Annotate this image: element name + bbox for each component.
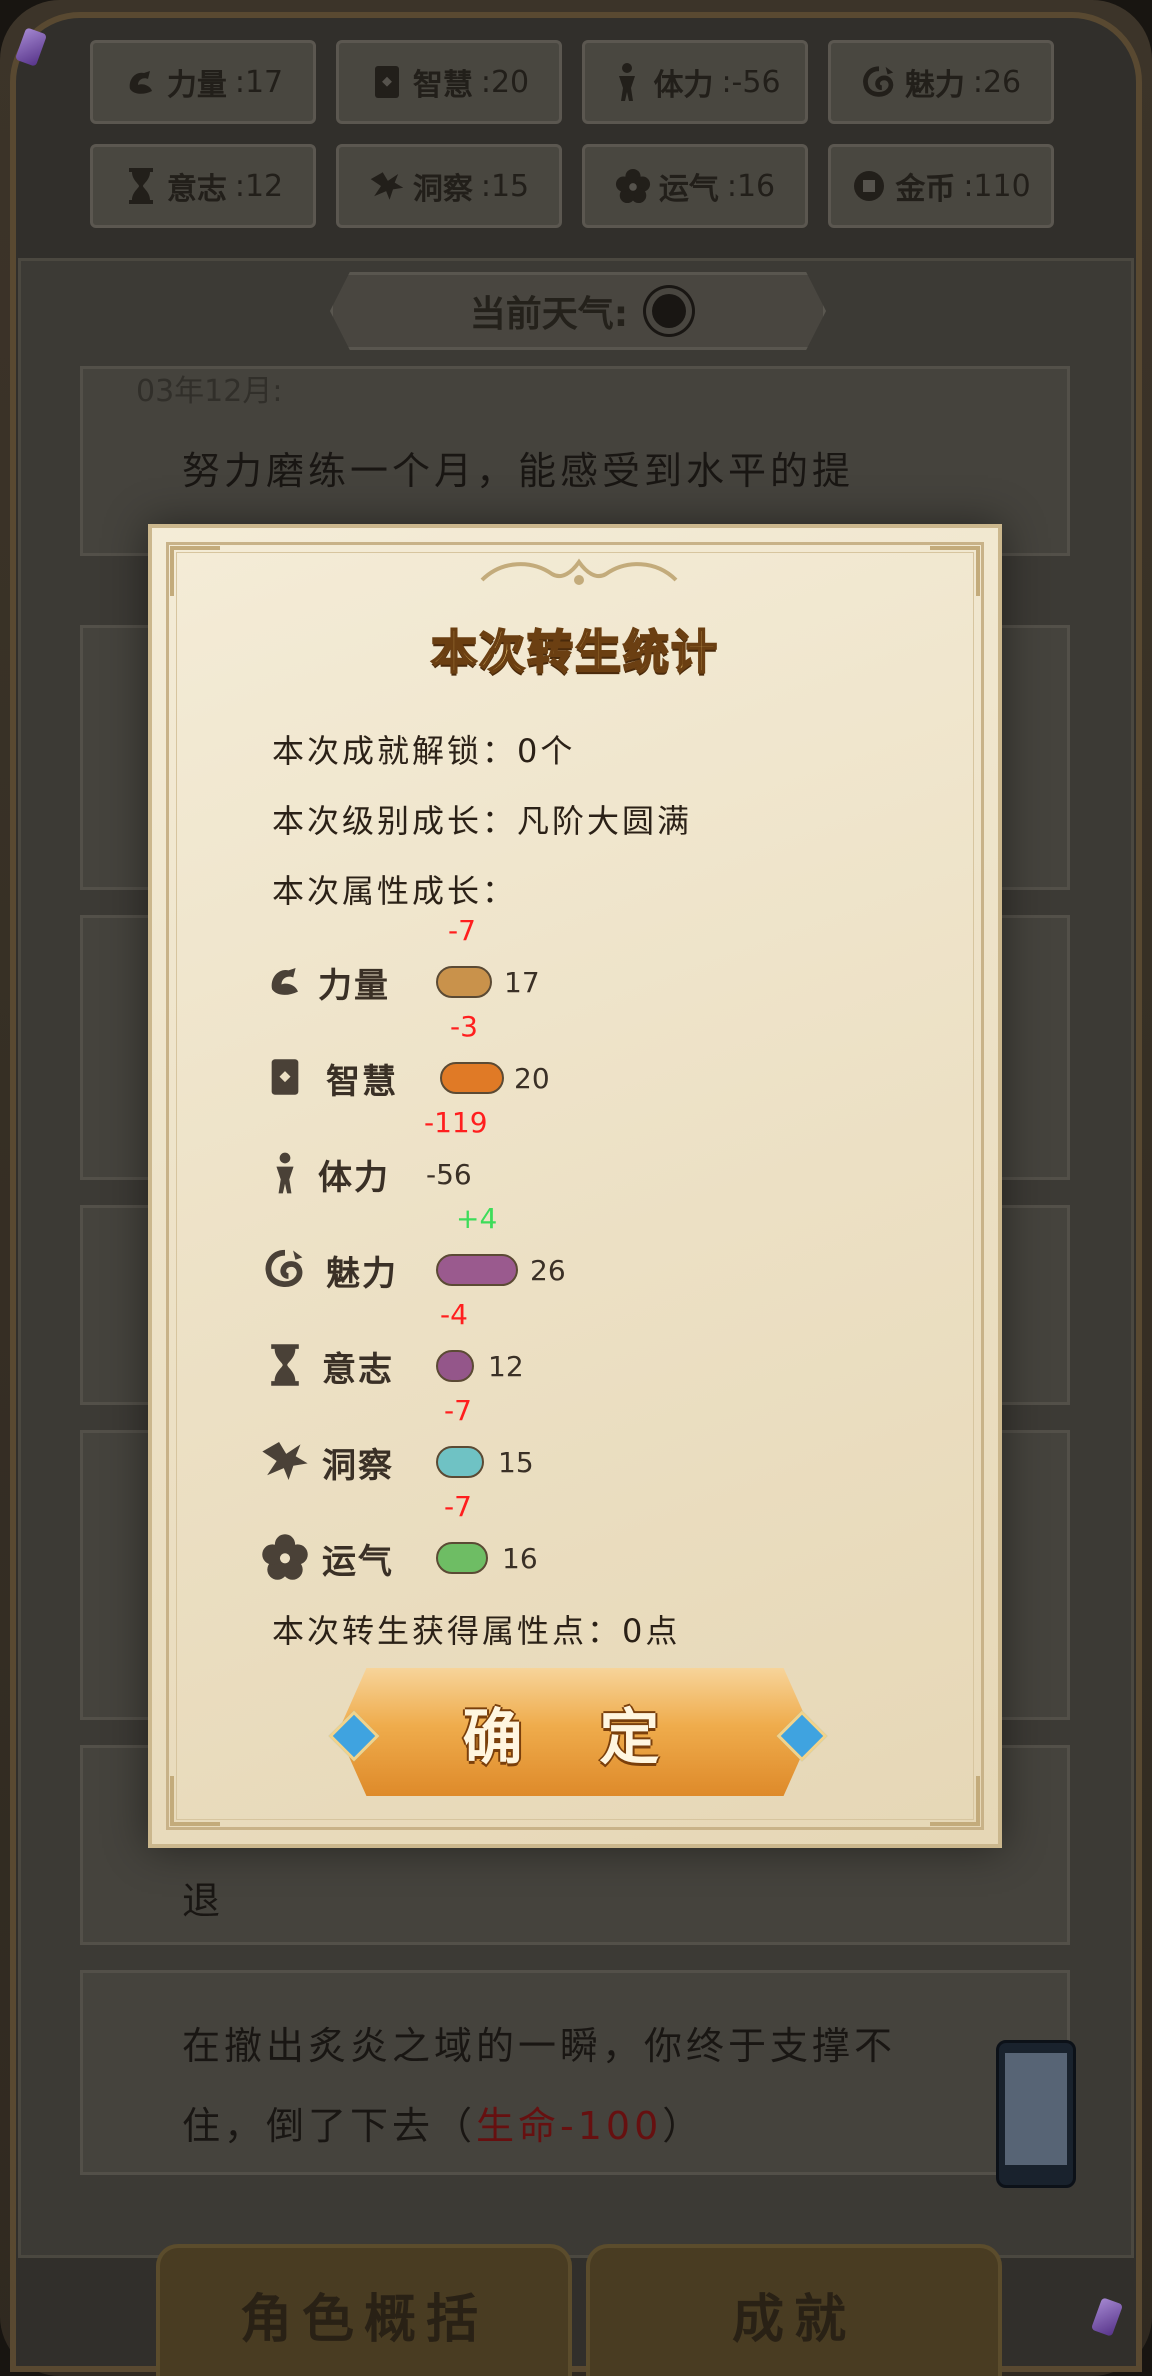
hourglass-icon <box>260 1340 310 1390</box>
charm-icon <box>260 1244 310 1294</box>
game-screen: 力量:17 智慧:20 体力:-56 魅力:26 意志:12 洞察:15 运气:… <box>0 0 1152 2376</box>
corner-ornament <box>930 546 980 596</box>
confirm-button[interactable]: 确 定 <box>338 1668 812 1796</box>
attribute-delta: +4 <box>456 1202 498 1235</box>
corner-ornament <box>930 1776 980 1826</box>
attribute-row-wisdom: 智慧 20 -3 <box>260 1010 860 1112</box>
attribute-delta: -3 <box>450 1010 478 1043</box>
attribute-delta: -4 <box>440 1298 468 1331</box>
attribute-value: 12 <box>488 1350 524 1383</box>
attribute-bar <box>436 1254 518 1286</box>
attribute-name: 洞察 <box>322 1446 394 1486</box>
dialog-title: 本次转生统计 <box>430 624 719 680</box>
attribute-row-strength: 力量 17 -7 <box>260 914 860 1016</box>
attribute-value: -56 <box>426 1158 472 1191</box>
attribute-row-will: 意志 12 -4 <box>260 1298 860 1400</box>
attribute-value: 26 <box>530 1254 566 1287</box>
attribute-bar <box>436 1446 484 1478</box>
attribute-growth-header: 本次属性成长： <box>272 872 518 910</box>
attribute-bar <box>440 1062 504 1094</box>
achievements-unlocked-text: 本次成就解锁：0个 <box>272 732 576 770</box>
attribute-points-text: 本次转生获得属性点：0点 <box>272 1612 681 1650</box>
attribute-row-insight: 洞察 15 -7 <box>260 1394 860 1496</box>
attribute-bar <box>436 1350 474 1382</box>
rebirth-stats-dialog: 本次转生统计 本次成就解锁：0个 本次级别成长：凡阶大圆满 本次属性成长： 力量… <box>148 524 1002 1848</box>
attribute-delta: -7 <box>448 914 476 947</box>
attribute-value: 17 <box>504 966 540 999</box>
attribute-row-charm: 魅力 26 +4 <box>260 1202 860 1304</box>
attribute-name: 体力 <box>318 1158 390 1198</box>
attribute-name: 意志 <box>322 1350 394 1390</box>
attribute-name: 运气 <box>322 1542 394 1582</box>
scroll-ornament-icon <box>480 558 678 585</box>
eagle-icon <box>260 1436 310 1486</box>
attribute-delta: -7 <box>444 1490 472 1523</box>
level-growth-text: 本次级别成长：凡阶大圆满 <box>272 802 693 840</box>
attribute-bar <box>436 1542 488 1574</box>
attribute-value: 15 <box>498 1446 534 1479</box>
attribute-name: 力量 <box>318 966 390 1006</box>
attribute-delta: -7 <box>444 1394 472 1427</box>
book-icon <box>260 1052 310 1102</box>
attribute-value: 16 <box>502 1542 538 1575</box>
corner-ornament <box>170 1776 220 1826</box>
attribute-bar <box>436 966 492 998</box>
attribute-delta: -119 <box>424 1106 488 1139</box>
confirm-label: 确 定 <box>462 1702 688 1773</box>
clover-icon <box>260 1532 310 1582</box>
muscle-icon <box>260 956 310 1006</box>
attribute-value: 20 <box>514 1062 550 1095</box>
corner-ornament <box>170 546 220 596</box>
attribute-row-luck: 运气 16 -7 <box>260 1490 860 1592</box>
attribute-row-stamina: 体力 -56 -119 <box>260 1106 860 1208</box>
attribute-name: 智慧 <box>326 1062 398 1102</box>
person-icon <box>260 1148 310 1198</box>
attribute-name: 魅力 <box>326 1254 398 1294</box>
